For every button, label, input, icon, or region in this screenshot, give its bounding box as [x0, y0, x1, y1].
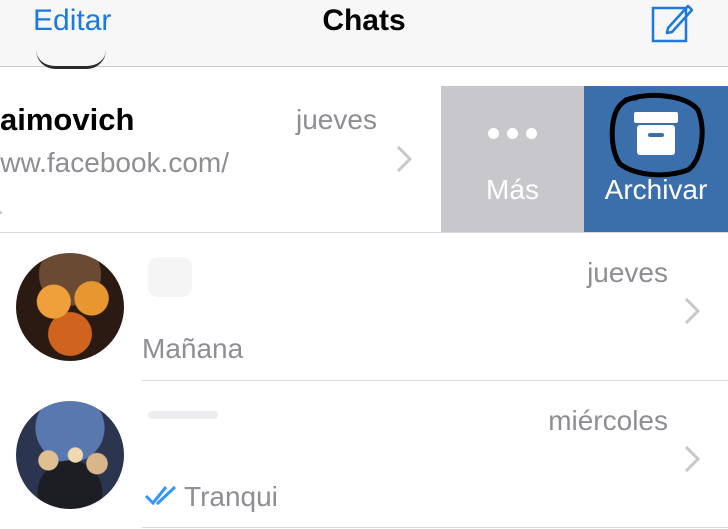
chat-message-preview: Mañana: [142, 333, 244, 364]
archive-box-icon: [609, 92, 705, 178]
row-divider: [142, 527, 728, 528]
archive-action-label: Archivar: [604, 174, 708, 205]
chat-name-redacted: [148, 257, 192, 297]
archive-action-button[interactable]: Archivar: [584, 86, 728, 233]
chat-name: aimovich: [0, 102, 135, 137]
navigation-bar: Editar Chats: [0, 0, 728, 67]
chat-row[interactable]: jueves Mañana: [0, 233, 728, 381]
chat-date: jueves: [296, 104, 377, 135]
avatar[interactable]: [16, 253, 124, 361]
more-action-label: Más: [486, 174, 539, 205]
avatar[interactable]: [16, 401, 124, 509]
chat-message-preview-line2: t.: [0, 190, 6, 221]
chat-name-redacted: [148, 411, 218, 419]
chat-date: jueves: [587, 257, 668, 288]
ellipsis-icon: [441, 126, 584, 144]
chat-row[interactable]: miércoles Tranqui: [0, 381, 728, 529]
chat-message-preview: Tranqui: [184, 481, 278, 512]
previous-chat-avatar: [36, 50, 106, 69]
chat-message-preview: www.facebook.com/: [0, 147, 229, 178]
compose-icon[interactable]: [650, 2, 694, 44]
chat-date: miércoles: [548, 405, 668, 436]
chat-row-swiped[interactable]: aimovich jueves www.facebook.com/ t. Más…: [0, 86, 728, 233]
chevron-right-icon: [684, 297, 701, 325]
more-action-button[interactable]: Más: [441, 86, 584, 233]
chevron-right-icon: [684, 445, 701, 473]
swiped-chat-content[interactable]: aimovich jueves www.facebook.com/ t.: [0, 86, 440, 233]
page-title: Chats: [322, 4, 406, 37]
double-check-icon: [144, 485, 177, 506]
chevron-right-icon: [396, 145, 413, 173]
